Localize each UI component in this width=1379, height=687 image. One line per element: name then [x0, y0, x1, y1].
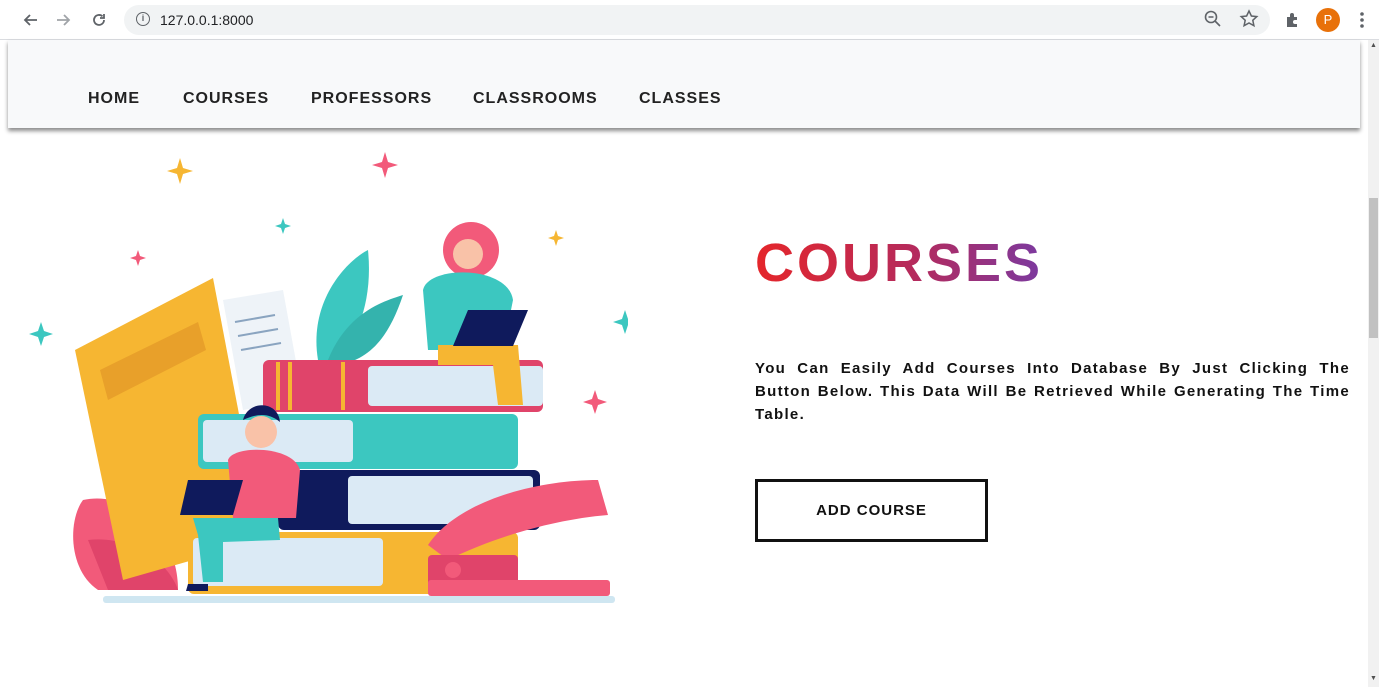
browser-toolbar: i 127.0.0.1:8000 P	[0, 0, 1379, 40]
add-course-button[interactable]: ADD COURSE	[755, 479, 988, 542]
scroll-down-icon[interactable]: ▼	[1369, 675, 1378, 685]
nav-classes[interactable]: CLASSES	[639, 90, 722, 108]
nav-classrooms[interactable]: CLASSROOMS	[473, 90, 598, 108]
address-bar[interactable]: i 127.0.0.1:8000	[124, 5, 1270, 35]
nav-home[interactable]: HOME	[88, 90, 140, 108]
page-description: You Can Easily Add Courses Into Database…	[755, 360, 1350, 423]
star-icon[interactable]	[1238, 8, 1260, 35]
info-icon[interactable]: i	[136, 12, 150, 26]
scroll-thumb[interactable]	[1369, 198, 1378, 338]
extensions-icon[interactable]	[1279, 6, 1307, 34]
site-navbar: HOME COURSES PROFESSORS CLASSROOMS CLASS…	[8, 40, 1360, 128]
avatar[interactable]: P	[1316, 8, 1340, 32]
menu-icon[interactable]	[1348, 6, 1376, 34]
zoom-icon[interactable]	[1202, 8, 1224, 35]
back-icon[interactable]	[16, 6, 44, 34]
nav-professors[interactable]: PROFESSORS	[311, 90, 432, 108]
url-text[interactable]: 127.0.0.1:8000	[160, 12, 253, 28]
scroll-up-icon[interactable]: ▲	[1369, 42, 1378, 52]
hero-illustration	[29, 152, 628, 603]
forward-icon[interactable]	[50, 6, 78, 34]
page-title: COURSES	[755, 233, 1044, 293]
scrollbar[interactable]: ▲ ▼	[1368, 40, 1379, 687]
nav-courses[interactable]: COURSES	[183, 90, 269, 108]
reload-icon[interactable]	[85, 6, 113, 34]
